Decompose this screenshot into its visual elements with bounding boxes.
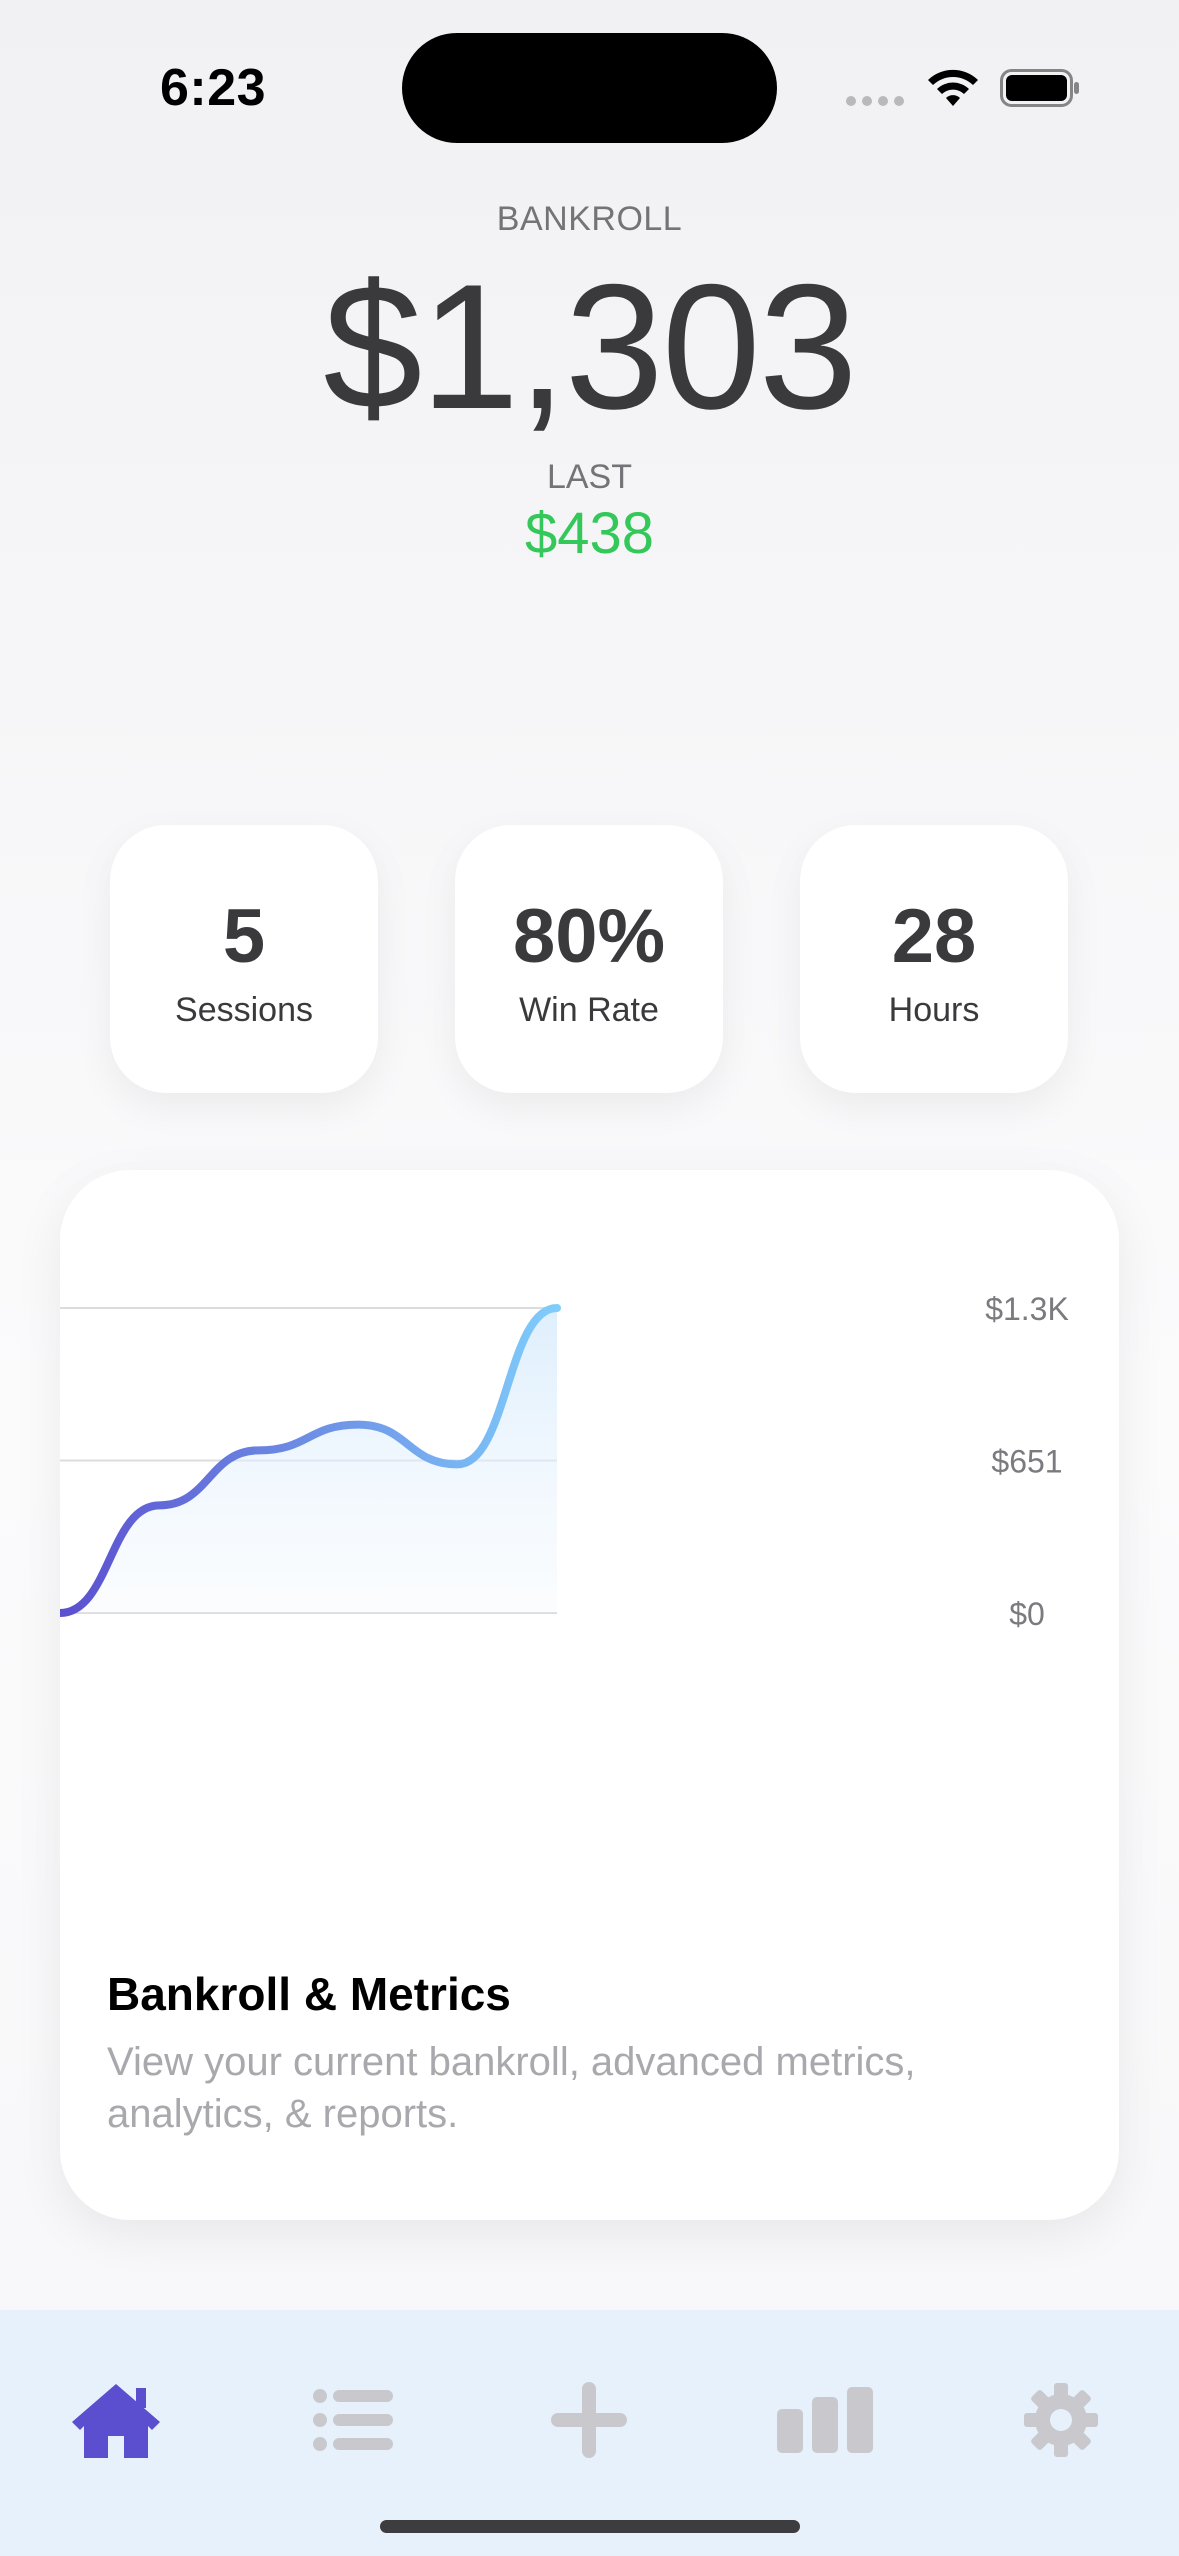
gear-icon — [1024, 2383, 1098, 2457]
tab-settings[interactable] — [1011, 2370, 1111, 2470]
card-title: Bankroll & Metrics — [107, 1968, 511, 2020]
stat-value: 28 — [891, 894, 977, 979]
bankroll-label: BANKROLL — [496, 200, 683, 238]
tab-add-session[interactable] — [539, 2370, 639, 2470]
cellular-signal-icon — [846, 96, 904, 106]
last-session-label: LAST — [546, 458, 633, 496]
stat-label: Hours — [888, 991, 980, 1029]
bar-chart-icon — [777, 2387, 873, 2453]
y-tick-label: $0 — [1009, 1596, 1045, 1632]
wifi-icon — [928, 69, 978, 106]
home-indicator — [380, 2520, 800, 2533]
tab-home[interactable] — [66, 2370, 166, 2470]
home-icon — [72, 2384, 160, 2458]
y-tick-label: $1.3K — [985, 1291, 1069, 1327]
stat-value: 5 — [222, 894, 266, 979]
bankroll-metrics-card[interactable]: $1.3K $651 $0 Bankroll & Metrics View your… — [60, 1170, 1119, 2220]
bankroll-chart: $1.3K $651 $0 — [60, 1291, 1069, 1632]
win-rate-card[interactable]: 80% Win Rate — [455, 825, 723, 1093]
sessions-card[interactable]: 5 Sessions — [110, 825, 378, 1093]
card-description: View your current bankroll, advanced met… — [107, 2040, 916, 2136]
status-time: 6:23 — [160, 59, 267, 117]
stat-label: Sessions — [175, 991, 313, 1029]
stat-value: 80% — [512, 894, 666, 979]
stat-label: Win Rate — [519, 991, 659, 1029]
last-session-value: $438 — [524, 501, 655, 566]
dynamic-island — [402, 33, 777, 143]
bankroll-value: $1,303 — [323, 247, 857, 446]
y-tick-label: $651 — [991, 1444, 1062, 1480]
hours-card[interactable]: 28 Hours — [800, 825, 1068, 1093]
plus-icon — [551, 2382, 627, 2458]
tab-analytics[interactable] — [775, 2370, 875, 2470]
battery-icon — [1000, 69, 1079, 107]
tab-sessions[interactable] — [303, 2370, 403, 2470]
list-icon — [313, 2389, 393, 2451]
